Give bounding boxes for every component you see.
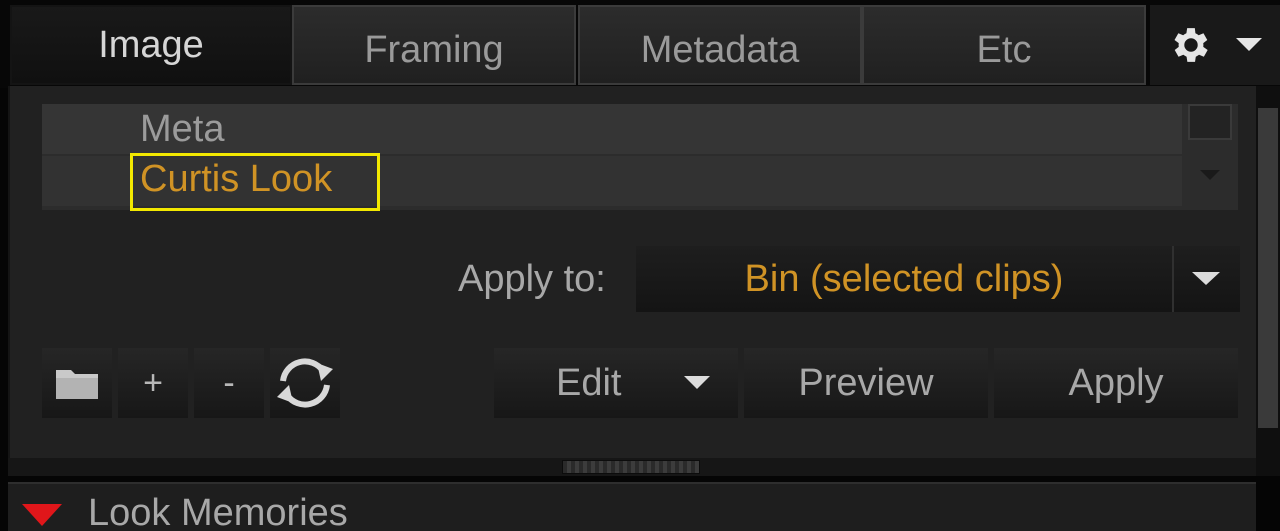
apply-to-value: Bin (selected clips) [744, 257, 1064, 300]
divider [1172, 246, 1174, 312]
tab-metadata[interactable]: Metadata [578, 5, 862, 85]
panel-scrollbar[interactable] [1256, 86, 1280, 476]
section-title: Look Memories [88, 492, 348, 531]
tab-etc[interactable]: Etc [862, 5, 1146, 85]
open-folder-button[interactable] [42, 348, 112, 418]
settings-menu-button[interactable] [1150, 5, 1280, 85]
list-scrollbar[interactable] [1182, 104, 1238, 210]
scroll-thumb[interactable] [1258, 108, 1278, 428]
apply-to-dropdown[interactable]: Bin (selected clips) [636, 246, 1240, 312]
apply-button[interactable]: Apply [994, 348, 1238, 418]
remove-look-button[interactable]: - [194, 348, 264, 418]
splitter-grip[interactable] [562, 460, 700, 474]
list-item[interactable]: Meta [42, 104, 1182, 154]
list-item-label: Curtis Look [140, 158, 333, 200]
tab-image[interactable]: Image [10, 5, 292, 85]
tab-bar: Image Framing Metadata Etc [0, 0, 1280, 88]
apply-to-label: Apply to: [458, 258, 606, 300]
chevron-down-icon[interactable] [1200, 170, 1220, 182]
chevron-down-icon [684, 376, 710, 389]
folder-icon [56, 370, 98, 399]
refresh-icon [277, 358, 333, 408]
edit-menu-button[interactable]: Edit [494, 348, 738, 418]
edit-label: Edit [556, 362, 622, 404]
refresh-button[interactable] [270, 348, 340, 418]
chevron-down-icon [1236, 38, 1262, 51]
look-memories-section-header[interactable]: Look Memories [8, 482, 1256, 531]
preview-button[interactable]: Preview [744, 348, 988, 418]
expand-triangle-icon[interactable] [22, 504, 62, 528]
tab-framing[interactable]: Framing [292, 5, 576, 85]
look-list[interactable]: Meta Curtis Look [42, 104, 1238, 210]
gear-icon [1174, 28, 1208, 62]
look-panel-window: Image Framing Metadata Etc Meta Curtis L… [0, 0, 1280, 531]
list-item-selected[interactable]: Curtis Look [42, 156, 1182, 206]
add-look-button[interactable]: + [118, 348, 188, 418]
list-item-label: Meta [140, 108, 225, 150]
chevron-down-icon[interactable] [1192, 272, 1220, 286]
scroll-handle[interactable] [1188, 104, 1232, 140]
